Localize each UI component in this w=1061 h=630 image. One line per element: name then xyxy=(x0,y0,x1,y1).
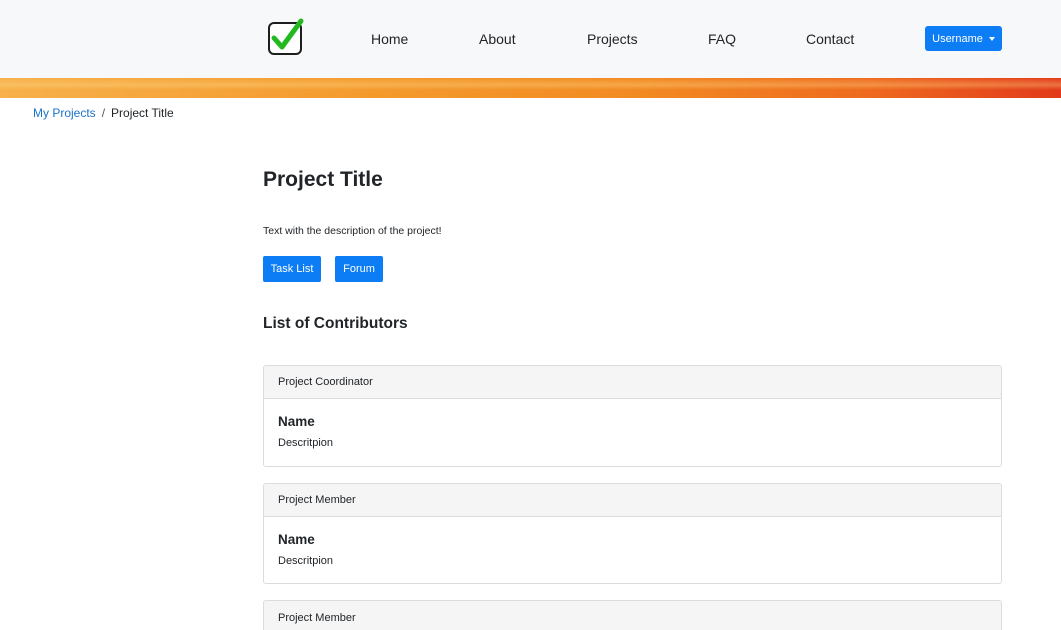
nav-faq-link[interactable]: FAQ xyxy=(708,31,736,47)
contributor-name: Name xyxy=(278,414,315,429)
checkmark-logo-icon[interactable] xyxy=(267,18,305,56)
page-title: Project Title xyxy=(263,168,383,191)
contributor-description: Descritpion xyxy=(278,555,334,567)
breadcrumb-my-projects-link[interactable]: My Projects xyxy=(33,106,96,120)
breadcrumb-separator: / xyxy=(101,106,106,120)
top-navbar: Home About Projects FAQ Contact Username xyxy=(0,0,1061,78)
contributor-role: Project Member xyxy=(264,601,1001,630)
contributor-card: Project Member Name Descritpion xyxy=(263,483,1002,584)
nav-contact-link[interactable]: Contact xyxy=(806,31,854,47)
user-dropdown-button[interactable]: Username xyxy=(925,26,1002,51)
task-list-button[interactable]: Task List xyxy=(263,256,321,282)
decorative-gradient-stripe xyxy=(0,78,1061,98)
nav-home-link[interactable]: Home xyxy=(371,31,408,47)
contributors-heading: List of Contributors xyxy=(263,315,408,332)
project-description: Text with the description of the project… xyxy=(263,225,442,237)
user-dropdown-label: Username xyxy=(932,32,983,45)
contributor-card: Project Member xyxy=(263,600,1002,630)
contributor-card: Project Coordinator Name Descritpion xyxy=(263,365,1002,467)
breadcrumb-current: Project Title xyxy=(111,106,174,120)
contributor-role: Project Coordinator xyxy=(264,366,1001,399)
contributor-role: Project Member xyxy=(264,484,1001,517)
contributor-description: Descritpion xyxy=(278,437,334,449)
breadcrumb: My Projects / Project Title xyxy=(33,106,174,120)
caret-down-icon xyxy=(988,36,995,41)
nav-projects-link[interactable]: Projects xyxy=(587,31,638,47)
nav-about-link[interactable]: About xyxy=(479,31,516,47)
forum-button[interactable]: Forum xyxy=(335,256,383,282)
contributor-name: Name xyxy=(278,532,315,547)
